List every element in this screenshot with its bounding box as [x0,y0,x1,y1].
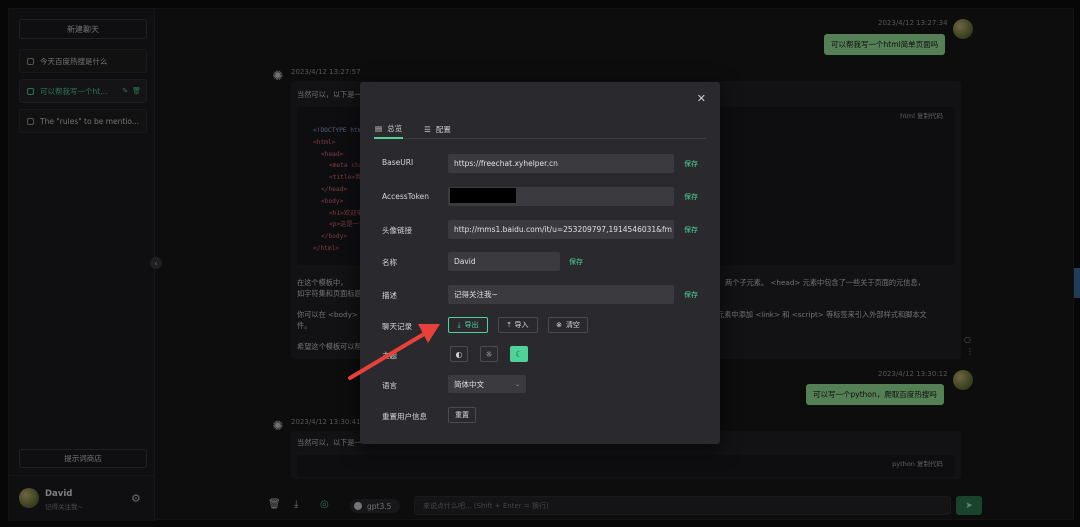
clear-circle-x-icon: ⊗ [556,321,562,329]
theme-label: 主题 [382,351,397,360]
reset-user-info-label: 重置用户信息 [382,412,427,421]
name-label: 名称 [382,258,397,267]
chat-history-label: 聊天记录 [382,322,412,331]
button-label: 导入 [514,321,529,329]
export-button[interactable]: ⤓ 导出 [448,317,488,333]
base-uri-label: BaseURI [382,158,414,167]
save-description-button[interactable]: 保存 [684,290,698,300]
save-avatar-link-button[interactable]: 保存 [684,225,698,235]
export-icon: ⤓ [457,320,461,329]
base-uri-input[interactable]: https://freechat.xyhelper.cn [448,154,674,173]
description-label: 描述 [382,291,397,300]
close-icon[interactable]: ✕ [697,92,706,105]
reset-button[interactable]: 重置 [448,407,476,423]
save-name-button[interactable]: 保存 [569,257,583,267]
tab-config[interactable]: ☰ 配置 [423,120,452,139]
import-button[interactable]: ⤒ 导入 [498,317,538,333]
save-access-token-button[interactable]: 保存 [684,192,698,202]
language-value: 简体中文 [454,379,484,389]
language-select[interactable]: 简体中文 ⌄ [448,375,526,393]
chevron-down-icon: ⌄ [514,380,520,388]
description-input[interactable]: 记得关注我~ [448,285,674,304]
tab-overview[interactable]: ▤ 总览 [374,120,404,139]
button-label: 导出 [464,321,479,329]
import-icon: ⤒ [507,320,511,329]
redacted-token [450,188,516,203]
theme-auto-icon[interactable]: ◐ [450,346,468,362]
language-label: 语言 [382,381,397,390]
avatar-link-label: 头像链接 [382,226,412,235]
access-token-label: AccessToken [382,192,430,201]
avatar-link-input[interactable]: http://mms1.baidu.com/it/u=253209797,191… [448,220,674,239]
theme-dark-icon[interactable]: ☾ [510,346,528,362]
button-label: 清空 [565,321,580,329]
settings-sliders-icon: ☰ [424,125,431,134]
name-input[interactable]: David [448,252,560,271]
settings-tabs: ▤ 总览 ☰ 配置 [374,120,706,139]
save-base-uri-button[interactable]: 保存 [684,159,698,169]
document-icon: ▤ [375,124,383,133]
tab-label: 配置 [435,125,451,134]
clear-button[interactable]: ⊗ 清空 [548,317,588,333]
tab-label: 总览 [387,124,403,133]
theme-light-icon[interactable]: ☼ [480,346,498,362]
settings-modal: ✕ ▤ 总览 ☰ 配置 BaseURI https://freechat.xyh… [360,82,720,444]
